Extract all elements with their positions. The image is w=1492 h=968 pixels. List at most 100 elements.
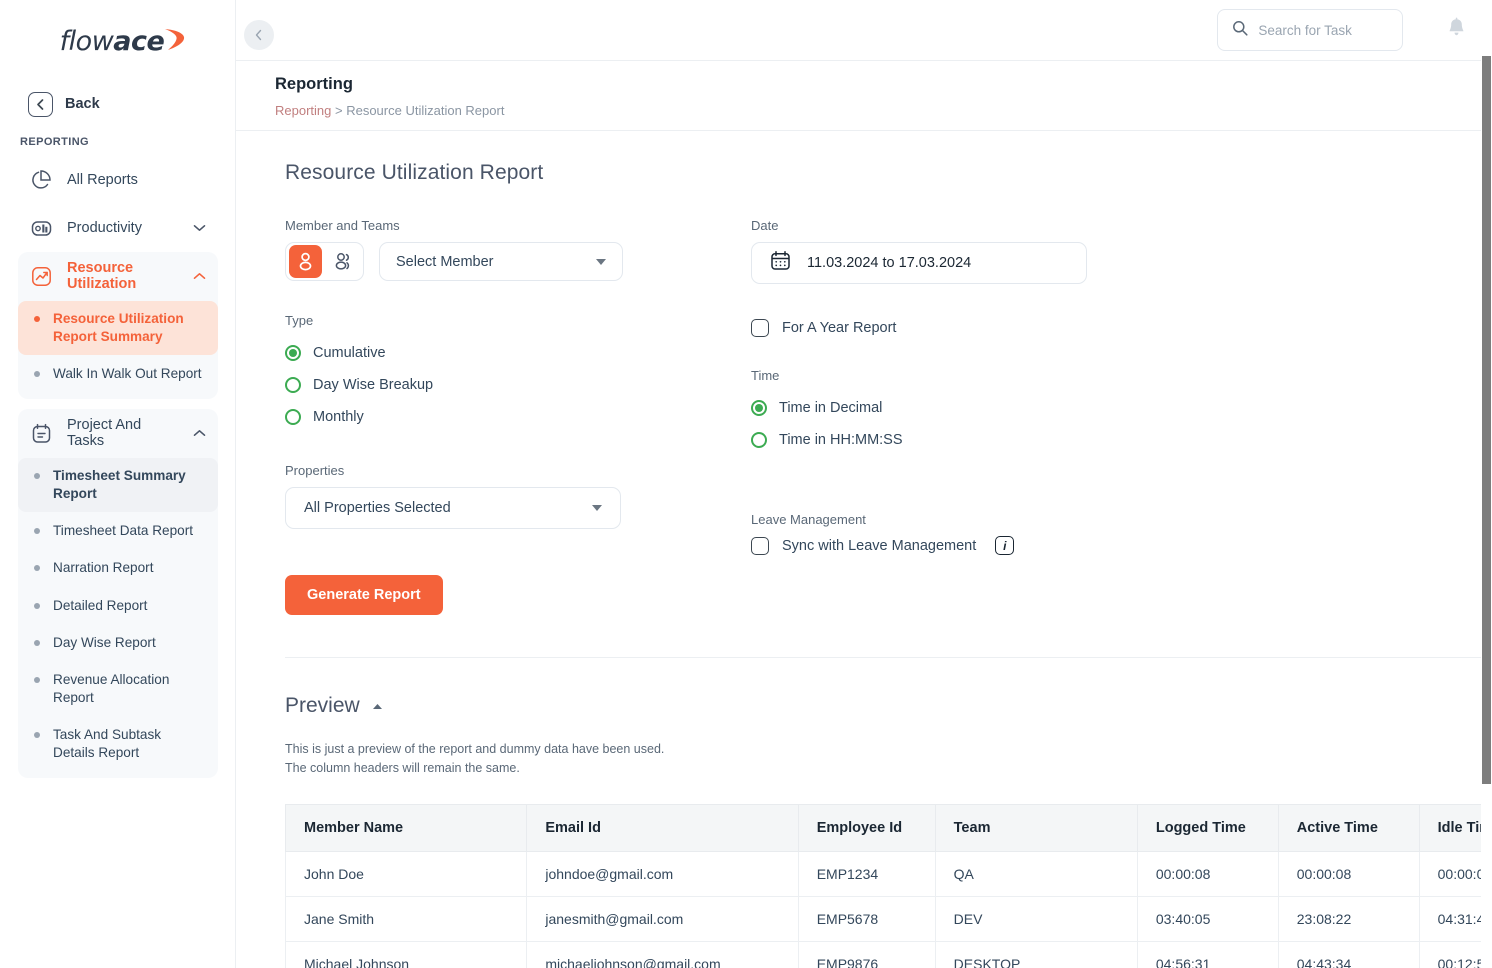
sidebar-subitem-label: Day Wise Report <box>53 634 156 650</box>
sidebar-subitem-label: Task And Subtask Details Report <box>53 726 162 760</box>
breadcrumb-root[interactable]: Reporting <box>275 103 331 118</box>
radio-label: Time in Decimal <box>779 400 883 416</box>
cell-employee-id: EMP5678 <box>797 895 936 942</box>
table-row: John Doe johndoe@gmail.com EMP1234 QA 00… <box>285 850 1492 897</box>
column-header-email-id[interactable]: Email Id <box>526 803 799 852</box>
cell-email-id: michaeljohnson@gmail.com <box>526 940 799 968</box>
sidebar-subitem-label: Walk In Walk Out Report <box>53 366 202 382</box>
radio-option-cumulative[interactable]: Cumulative <box>285 337 751 369</box>
scrollbar-thumb[interactable] <box>1482 56 1491 784</box>
cell-email-id: janesmith@gmail.com <box>526 895 799 942</box>
properties-select[interactable]: All Properties Selected <box>285 487 621 529</box>
content-scroll-area[interactable]: Resource Utilization Report Member and T… <box>236 131 1492 968</box>
info-icon[interactable]: i <box>995 536 1015 555</box>
sidebar: flowace Back REPORTING All Reports Produ… <box>0 0 236 968</box>
radio-option-time-in-hhmmss[interactable]: Time in HH:MM:SS <box>751 424 1492 456</box>
breadcrumb: Reporting > Resource Utilization Report <box>275 103 1492 118</box>
chevron-left-icon <box>28 91 53 117</box>
sync-with-leave-management-checkbox[interactable]: Sync with Leave Management i <box>751 536 1492 555</box>
cell-team: DEV <box>934 895 1138 942</box>
sidebar-subitem-label: Resource Utilization Report Summary <box>53 311 184 345</box>
sidebar-subitem-label: Timesheet Summary Report <box>53 468 186 502</box>
top-bar: Search for Task ? Jatin <box>236 0 1492 60</box>
table-row: Michael Johnson michaeljohnson@gmail.com… <box>285 940 1492 968</box>
table-header-row: Member Name Email Id Employee Id Team Lo… <box>285 803 1492 852</box>
cell-logged-time: 03:40:05 <box>1136 895 1279 942</box>
sidebar-collapse-button[interactable] <box>244 20 274 50</box>
cell-team: DESKTOP <box>934 940 1138 968</box>
bullet-icon <box>34 371 40 378</box>
preview-header[interactable]: Preview <box>236 658 1492 718</box>
sidebar-subitem-walk-in-walk-out-report[interactable]: Walk In Walk Out Report <box>18 356 218 392</box>
vertical-scrollbar[interactable] <box>1481 0 1492 968</box>
properties-select-value: All Properties Selected <box>304 500 451 516</box>
sidebar-group-resource-utilization: Resource Utilization Resource Utilizatio… <box>18 252 218 400</box>
member-team-toggle[interactable] <box>285 242 364 281</box>
sidebar-item-project-and-tasks[interactable]: Project And Tasks <box>18 409 218 457</box>
checkbox-icon <box>751 536 769 555</box>
bar-chart-icon <box>28 215 54 241</box>
checkbox-label: For A Year Report <box>782 320 897 336</box>
radio-option-time-in-decimal[interactable]: Time in Decimal <box>751 392 1492 424</box>
radio-label: Monthly <box>313 409 364 425</box>
leave-management-label: Leave Management <box>751 512 866 527</box>
app-logo[interactable]: flowace <box>18 0 218 82</box>
cell-team: QA <box>934 850 1138 897</box>
toggle-option-member[interactable] <box>289 245 322 278</box>
type-radio-group: Cumulative Day Wise Breakup Monthly <box>285 337 751 433</box>
column-header-member-name[interactable]: Member Name <box>285 803 528 852</box>
toggle-option-team[interactable] <box>325 243 363 280</box>
page-header: Reporting Reporting > Resource Utilizati… <box>236 60 1492 131</box>
preview-note-line-2: The column headers will remain the same. <box>285 760 520 775</box>
trend-up-icon <box>28 263 54 289</box>
sidebar-subitem-day-wise-report[interactable]: Day Wise Report <box>18 625 218 661</box>
member-select[interactable]: Select Member <box>379 242 623 281</box>
radio-icon <box>285 377 301 393</box>
chevron-down-icon[interactable] <box>193 220 206 236</box>
pie-chart-icon <box>28 167 54 193</box>
for-a-year-report-checkbox[interactable]: For A Year Report <box>751 319 1492 337</box>
column-header-employee-id[interactable]: Employee Id <box>797 803 936 852</box>
generate-report-button[interactable]: Generate Report <box>285 575 443 615</box>
column-header-logged-time[interactable]: Logged Time <box>1136 803 1279 852</box>
sidebar-subitem-task-and-subtask-details-report[interactable]: Task And Subtask Details Report <box>18 717 218 771</box>
logo-text-bold: ace <box>113 25 165 57</box>
app-root: flowace Back REPORTING All Reports Produ… <box>0 0 1492 968</box>
group-users-icon <box>335 253 350 270</box>
search-input[interactable]: Search for Task <box>1217 9 1404 51</box>
logo-text-light: flow <box>59 25 114 57</box>
sidebar-item-label: Project And Tasks <box>67 417 142 450</box>
sidebar-subitem-resource-utilization-report-summary[interactable]: Resource Utilization Report Summary <box>18 301 218 356</box>
radio-option-day-wise-breakup[interactable]: Day Wise Breakup <box>285 369 751 401</box>
date-range-input[interactable]: 11.03.2024 to 17.03.2024 <box>751 242 1087 284</box>
chevron-up-icon[interactable] <box>193 425 206 441</box>
bullet-icon <box>34 565 40 572</box>
report-form-card: Resource Utilization Report Member and T… <box>236 131 1492 658</box>
notification-bell-icon[interactable] <box>1447 17 1466 43</box>
cell-employee-id: EMP1234 <box>797 850 936 897</box>
back-button[interactable]: Back <box>18 82 218 122</box>
preview-table-wrapper[interactable]: Member Name Email Id Employee Id Team Lo… <box>285 803 1492 968</box>
time-radio-group: Time in Decimal Time in HH:MM:SS <box>751 392 1492 456</box>
sidebar-item-resource-utilization[interactable]: Resource Utilization <box>18 252 218 300</box>
sidebar-item-all-reports[interactable]: All Reports <box>18 156 218 204</box>
column-header-active-time[interactable]: Active Time <box>1277 803 1420 852</box>
member-and-teams-label: Member and Teams <box>285 218 400 233</box>
sidebar-subitem-timesheet-data-report[interactable]: Timesheet Data Report <box>18 513 218 549</box>
sidebar-subitem-detailed-report[interactable]: Detailed Report <box>18 588 218 624</box>
chevron-up-icon[interactable] <box>372 697 383 715</box>
sidebar-subitem-timesheet-summary-report[interactable]: Timesheet Summary Report <box>18 458 218 513</box>
radio-option-monthly[interactable]: Monthly <box>285 401 751 433</box>
chevron-up-icon[interactable] <box>193 268 206 284</box>
sidebar-item-productivity[interactable]: Productivity <box>18 204 218 252</box>
sidebar-subitem-revenue-allocation-report[interactable]: Revenue Allocation Report <box>18 662 218 716</box>
radio-label: Time in HH:MM:SS <box>779 432 903 448</box>
radio-label: Cumulative <box>313 345 386 361</box>
flowace-swoosh-icon <box>162 26 186 57</box>
sidebar-subitem-narration-report[interactable]: Narration Report <box>18 550 218 586</box>
form-column-left: Member and Teams Select Member Type Cumu… <box>285 218 751 615</box>
sidebar-section-label: REPORTING <box>20 136 89 148</box>
cell-email-id: johndoe@gmail.com <box>526 850 799 897</box>
bullet-icon <box>34 528 40 535</box>
column-header-team[interactable]: Team <box>934 803 1138 852</box>
